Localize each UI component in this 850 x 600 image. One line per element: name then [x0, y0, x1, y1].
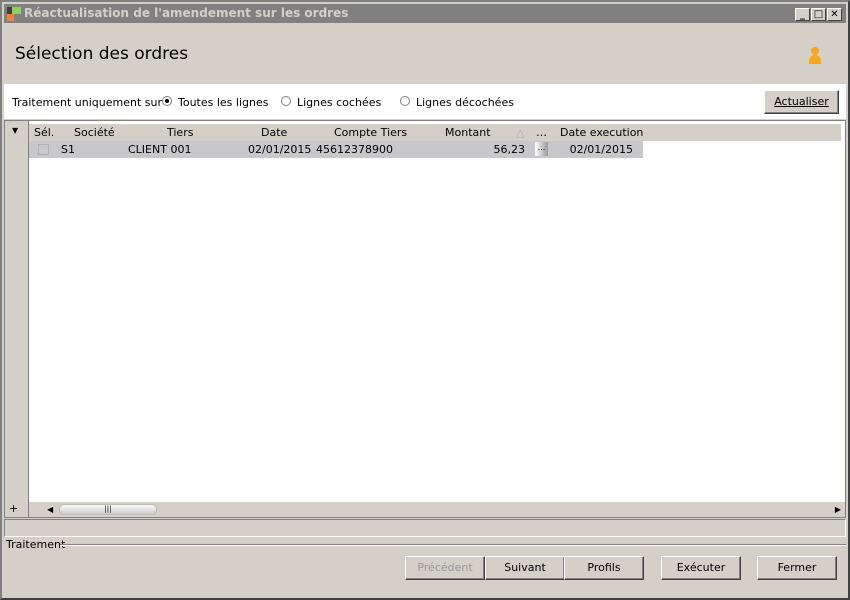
- previous-button[interactable]: Précédent: [405, 556, 485, 580]
- execute-button[interactable]: Exécuter: [661, 556, 741, 580]
- close-dialog-button[interactable]: Fermer: [757, 556, 837, 580]
- radio-checked-lines-label[interactable]: Lignes cochées: [297, 96, 381, 109]
- cell-date: 02/01/2015: [248, 143, 312, 156]
- radio-checked-lines[interactable]: [281, 96, 291, 106]
- cell-montant: 56,23: [493, 143, 526, 156]
- col-more[interactable]: …: [536, 126, 547, 139]
- cell-tiers: CLIENT 001: [128, 143, 192, 156]
- profiles-button[interactable]: Profils: [564, 556, 644, 580]
- col-montant[interactable]: Montant: [445, 126, 491, 139]
- cell-compte: 45612378900: [316, 143, 393, 156]
- grid-gutter: ▼ +: [5, 121, 29, 517]
- cell-date-execution: 02/01/2015: [569, 143, 633, 156]
- page-title: Sélection des ordres: [15, 44, 189, 64]
- radio-all-lines-label[interactable]: Toutes les lignes: [178, 96, 268, 109]
- horizontal-scrollbar[interactable]: ◀ ||| ▶: [29, 502, 845, 517]
- maximize-button[interactable]: □: [811, 8, 826, 21]
- scroll-left-icon[interactable]: ◀: [47, 505, 53, 514]
- radio-unchecked-lines-label[interactable]: Lignes décochées: [416, 96, 514, 109]
- user-icon: [808, 47, 822, 64]
- scroll-right-icon[interactable]: ▶: [835, 505, 841, 514]
- scroll-thumb[interactable]: |||: [59, 504, 157, 515]
- col-societe[interactable]: Société: [74, 126, 115, 139]
- title-bar: Réactualisation de l'amendement sur les …: [4, 4, 846, 23]
- sort-ascending-icon[interactable]: △: [516, 126, 524, 139]
- add-row-button[interactable]: +: [9, 502, 18, 515]
- group-label: Traitement: [6, 538, 66, 551]
- col-compte-tiers[interactable]: Compte Tiers: [334, 126, 407, 139]
- filter-label: Traitement uniquement sur :: [12, 96, 170, 109]
- row-more-button[interactable]: ...: [535, 142, 548, 156]
- col-date[interactable]: Date: [261, 126, 287, 139]
- refresh-button[interactable]: Actualiser: [764, 90, 839, 114]
- grid-header: Sél. Société Tiers Date Compte Tiers Mon…: [29, 124, 841, 141]
- col-date-execution[interactable]: Date execution: [560, 126, 643, 139]
- row-checkbox[interactable]: [38, 144, 49, 155]
- window-title: Réactualisation de l'amendement sur les …: [24, 6, 349, 20]
- radio-unchecked-lines[interactable]: [400, 96, 410, 106]
- table-row[interactable]: S1 CLIENT 001 02/01/2015 45612378900 56,…: [29, 141, 643, 158]
- app-icon: [7, 7, 21, 21]
- col-tiers[interactable]: Tiers: [167, 126, 193, 139]
- status-bar: [4, 519, 846, 537]
- column-menu-icon[interactable]: ▼: [12, 126, 18, 135]
- cell-societe: S1: [61, 143, 75, 156]
- close-button[interactable]: ✕: [827, 8, 842, 21]
- orders-grid: ▼ + Sél. Société Tiers Date Compte Tiers…: [4, 120, 846, 518]
- minimize-button[interactable]: _: [795, 8, 810, 21]
- options-bar: Traitement uniquement sur : Toutes les l…: [4, 84, 846, 119]
- next-button[interactable]: Suivant: [485, 556, 565, 580]
- group-divider: [60, 544, 846, 546]
- col-sel[interactable]: Sél.: [34, 126, 54, 139]
- radio-all-lines[interactable]: [162, 96, 172, 106]
